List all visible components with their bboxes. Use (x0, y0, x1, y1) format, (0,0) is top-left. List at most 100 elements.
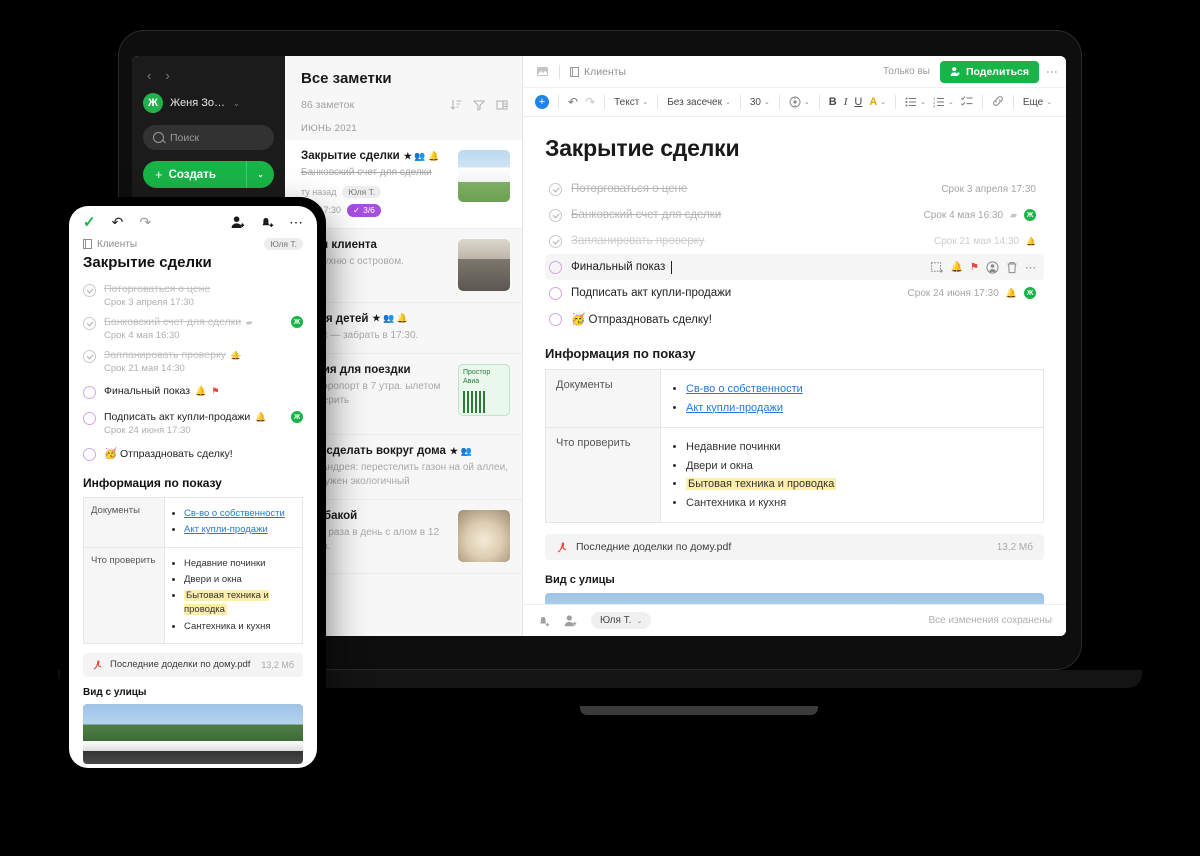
document-link[interactable]: Акт купли-продажи (686, 402, 783, 414)
task-label: Поторговаться о цене (104, 283, 211, 295)
confirm-icon[interactable]: ✓ (83, 213, 96, 231)
add-reminder-icon[interactable] (260, 215, 275, 230)
task-due: Срок 21 мая 14:30 (104, 363, 185, 374)
attachment-size: 13,2 Мб (996, 541, 1033, 553)
filter-icon[interactable] (473, 99, 485, 111)
undo-icon[interactable]: ↶ (568, 95, 578, 109)
task-checkbox[interactable] (83, 317, 96, 330)
more-options-icon[interactable]: ⋮ (1045, 66, 1059, 78)
task-checkbox[interactable] (549, 312, 562, 326)
undo-icon[interactable]: ↶ (112, 214, 124, 231)
attachment-row[interactable]: Последние доделки по дому.pdf 13,2 Мб (83, 652, 303, 677)
redo-icon[interactable]: ↷ (585, 95, 595, 109)
more-icon[interactable]: ⋯ (289, 214, 303, 231)
checklist-button[interactable] (961, 95, 973, 110)
numbered-list-button[interactable]: 123 ⌄ (933, 96, 954, 108)
text-color-select[interactable]: ⌄ (789, 96, 810, 108)
calendar-add-icon[interactable] (930, 261, 944, 274)
share-person-icon (950, 67, 960, 76)
task-row[interactable]: Запланировать проверку Срок 21 мая 14:30… (545, 228, 1044, 254)
assignee-icon[interactable] (986, 260, 999, 274)
notes-count: 86 заметок (301, 99, 355, 111)
task-row[interactable]: Поторговаться о цене Срок 3 апреля 17:30 (545, 176, 1044, 202)
image-icon[interactable] (536, 65, 549, 78)
task-row[interactable]: Поторговаться о цене Срок 3 апреля 17:30 (83, 279, 303, 312)
task-checkbox[interactable] (549, 208, 562, 222)
bell-add-icon[interactable] (537, 614, 551, 628)
document-link[interactable]: Акт купли-продажи (184, 524, 268, 535)
divider (895, 95, 897, 109)
task-checkbox[interactable] (549, 182, 562, 196)
note-time: ту назад (301, 186, 337, 197)
document-link[interactable]: Св-во о собственности (686, 383, 803, 395)
list-item: Сантехника и кухня (686, 495, 1033, 512)
task-checkbox[interactable] (83, 412, 96, 425)
chevron-down-icon: ⌄ (763, 99, 770, 106)
task-row[interactable]: Банковский счет для сделки ▰ Срок 4 мая … (83, 312, 303, 345)
list-item: Акт купли-продажи (686, 400, 1033, 417)
nav-arrows: ‹ › (143, 66, 274, 93)
task-checkbox[interactable] (549, 260, 562, 274)
task-checkbox[interactable] (83, 386, 96, 399)
task-label: Подписать акт купли-продажи (571, 287, 732, 299)
tablet-breadcrumb[interactable]: Клиенты Юля Т. (69, 238, 317, 250)
task-checkbox[interactable] (83, 448, 96, 461)
task-row[interactable]: Запланировать проверку 🔔 Срок 21 мая 14:… (83, 345, 303, 378)
breadcrumb-label: Клиенты (584, 65, 627, 78)
task-label: 🥳 Отпраздновать сделку! (104, 448, 233, 460)
task-row-active[interactable]: Финальный показ 🔔 ⚑ ⋯ (545, 254, 1044, 280)
bulleted-list-button[interactable]: ⌄ (905, 96, 926, 108)
author-chip: Юля Т. (264, 238, 303, 250)
assignee-add-icon[interactable] (564, 614, 578, 628)
back-icon[interactable]: ‹ (147, 68, 151, 83)
task-checkbox[interactable] (83, 284, 96, 297)
bell-icon: 🔔 (255, 411, 267, 422)
task-label-editing[interactable]: Финальный показ (571, 260, 673, 274)
task-row[interactable]: 🥳 Отпраздновать сделку! (83, 440, 303, 465)
footer-user-chip[interactable]: Юля Т. ⌄ (591, 612, 652, 629)
view-icon[interactable] (496, 99, 508, 111)
forward-icon[interactable]: › (165, 68, 169, 83)
bold-button[interactable]: B (829, 96, 837, 108)
task-row[interactable]: 🥳 Отпраздновать сделку! (545, 306, 1044, 332)
assignee-avatar: Ж (1024, 287, 1036, 299)
link-button[interactable] (992, 95, 1004, 110)
notebook-icon (83, 239, 92, 249)
document-link[interactable]: Св-во о собственности (184, 508, 285, 519)
bell-icon[interactable]: 🔔 (951, 262, 963, 273)
flag-icon[interactable]: ⚑ (970, 262, 979, 273)
tablet-screen: ✓ ↶ ↷ ⋯ Клиенты Юля Т. Закрытие сделки П… (69, 206, 317, 768)
attachment-row[interactable]: Последние доделки по дому.pdf 13,2 Мб (545, 534, 1044, 560)
font-size-select[interactable]: 30 ⌄ (750, 97, 770, 108)
task-checkbox[interactable] (549, 234, 562, 248)
underline-button[interactable]: U (854, 96, 862, 108)
task-row[interactable]: Подписать акт купли-продажи 🔔 Срок 24 ию… (83, 403, 303, 440)
task-checkbox[interactable] (83, 350, 96, 363)
task-row[interactable]: Финальный показ 🔔 ⚑ (83, 378, 303, 403)
search-input[interactable]: Поиск (143, 125, 274, 150)
task-row[interactable]: Банковский счет для сделки Срок 4 мая 16… (545, 202, 1044, 228)
redo-icon[interactable]: ↷ (139, 214, 151, 231)
share-button[interactable]: Поделиться (939, 60, 1039, 83)
sort-icon[interactable] (450, 99, 462, 111)
highlight-color-select[interactable]: A ⌄ (869, 96, 886, 108)
font-family-select[interactable]: Без засечек ⌄ (667, 97, 731, 108)
trash-icon[interactable] (1006, 261, 1018, 274)
list-item: Св-во о собственности (686, 381, 1033, 398)
more-icon[interactable]: ⋯ (1025, 261, 1036, 274)
account-switcher[interactable]: Ж Женя Зо… ⌄ (143, 93, 274, 113)
insert-button[interactable]: + (535, 95, 549, 109)
breadcrumb[interactable]: Клиенты (570, 66, 626, 78)
task-checkbox[interactable] (549, 286, 562, 300)
image-caption: Вид с улицы (545, 574, 615, 586)
add-user-icon[interactable] (231, 215, 246, 230)
flag-icon: ▰ (1010, 209, 1017, 220)
footer-user: Юля Т. (600, 615, 632, 626)
italic-button[interactable]: I (844, 96, 848, 108)
create-button[interactable]: + Создать ⌄ (143, 161, 274, 188)
more-toolbar-button[interactable]: Еще ⌄ (1023, 97, 1052, 108)
task-row[interactable]: Подписать акт купли-продажи Срок 24 июня… (545, 280, 1044, 306)
note-thumbnail (458, 150, 510, 202)
paragraph-style-select[interactable]: Текст ⌄ (614, 97, 648, 108)
create-dropdown-chevron-icon[interactable]: ⌄ (246, 161, 274, 188)
